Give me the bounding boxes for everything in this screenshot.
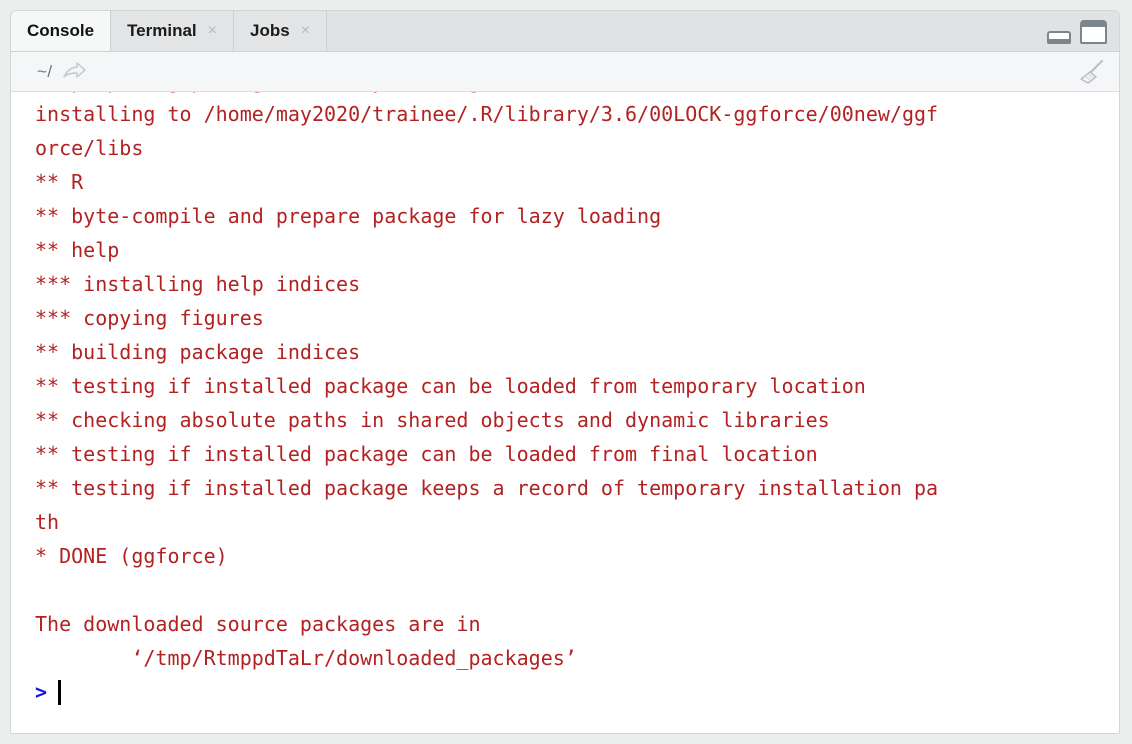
console-line: ** testing if installed package can be l…	[35, 374, 866, 398]
tab-bar-filler	[327, 11, 1119, 51]
console-line: ‘/tmp/RtmppdTaLr/downloaded_packages’	[35, 646, 577, 670]
console-line: * DONE (ggforce)	[35, 544, 228, 568]
tab-jobs-label: Jobs	[250, 21, 290, 40]
maximize-icon[interactable]	[1080, 20, 1107, 44]
open-in-new-window-arrow-icon[interactable]	[61, 61, 87, 83]
console-output-area[interactable]: ** preparing package for lazy loading in…	[11, 92, 1119, 733]
console-line: The downloaded source packages are in	[35, 612, 481, 636]
console-prompt-line[interactable]: >	[35, 675, 1105, 709]
console-line: ** help	[35, 238, 120, 262]
console-line: ** testing if installed package can be l…	[35, 442, 818, 466]
console-line: orce/libs	[35, 136, 144, 160]
tab-terminal-label: Terminal	[127, 21, 197, 40]
console-line: th	[35, 510, 60, 534]
console-toolbar: ~/	[11, 52, 1119, 92]
console-pane: Console Terminal × Jobs × ~/ installing …	[10, 10, 1120, 734]
tab-terminal[interactable]: Terminal ×	[111, 11, 234, 51]
console-line: ** building package indices	[35, 340, 361, 364]
clipped-scrolled-line: ** preparing package for lazy loading	[35, 92, 1105, 97]
console-line: ** R	[35, 170, 84, 194]
console-line: ** preparing package for lazy loading	[35, 92, 1105, 97]
console-line: ** checking absolute paths in shared obj…	[35, 408, 830, 432]
console-line: installing to /home/may2020/trainee/.R/l…	[35, 102, 939, 126]
tab-jobs[interactable]: Jobs ×	[234, 11, 328, 51]
minimize-icon[interactable]	[1047, 31, 1071, 44]
window-controls	[1047, 20, 1107, 44]
console-line: ** testing if installed package keeps a …	[35, 476, 939, 500]
pane-tab-bar: Console Terminal × Jobs ×	[11, 11, 1119, 52]
close-icon[interactable]: ×	[208, 23, 217, 39]
console-line: *** copying figures	[35, 306, 264, 330]
broom-icon[interactable]	[1077, 58, 1107, 86]
tab-console-label: Console	[27, 21, 95, 40]
text-cursor	[58, 679, 62, 705]
close-icon[interactable]: ×	[301, 23, 310, 39]
tab-console[interactable]: Console	[11, 11, 112, 51]
working-directory-label[interactable]: ~/	[37, 62, 53, 82]
console-line: ** byte-compile and prepare package for …	[35, 204, 662, 228]
prompt-symbol: >	[35, 680, 48, 704]
console-line: *** installing help indices	[35, 272, 361, 296]
